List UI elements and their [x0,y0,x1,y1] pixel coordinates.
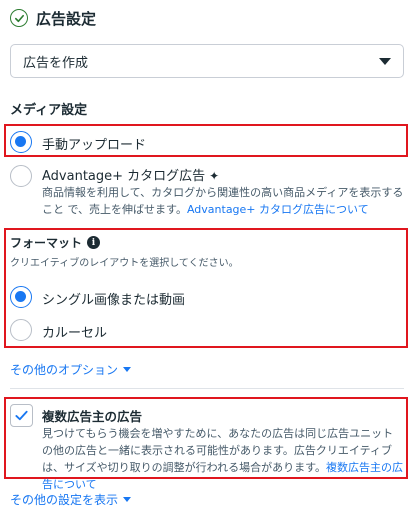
option-manual-upload-label: 手動アップロード [42,138,147,153]
more-options-toggle[interactable]: その他のオプション [10,361,132,378]
option-single-image-video-label: シングル画像または動画 [42,293,186,308]
media-settings-label: メディア設定 [10,103,88,118]
format-title: フォーマット i [10,234,101,251]
radio-manual-upload[interactable] [10,131,32,153]
checkmark-icon [15,410,28,421]
chevron-down-icon [123,497,132,502]
format-subtitle: クリエイティブのレイアウトを選択してください。 [10,258,239,269]
more-settings-toggle[interactable]: その他の設定を表示 [10,491,132,508]
page-title: 広告設定 [36,9,97,28]
chevron-down-icon [123,367,132,372]
option-advantage-catalog: Advantage+ カタログ広告 ✦ [42,165,219,184]
advantage-catalog-learn-more-link[interactable]: Advantage+ カタログ広告について [187,203,369,216]
chevron-down-icon [379,57,391,65]
more-options-label: その他のオプション [10,363,119,377]
ad-creation-select-value: 広告を作成 [23,55,89,71]
check-circle-icon [10,9,28,27]
radio-single-image-video[interactable] [10,286,32,308]
sparkle-icon: ✦ [209,169,220,183]
info-icon[interactable]: i [87,236,101,249]
option-carousel-label: カルーセル [42,326,108,341]
ad-creation-select[interactable]: 広告を作成 [10,44,404,78]
more-settings-label: その他の設定を表示 [10,493,119,507]
radio-carousel[interactable] [10,319,32,341]
section-header: 広告設定 [10,6,96,30]
multi-advertiser-title: 複数広告主の広告 [42,409,143,424]
multi-advertiser-description: 見つけてもらう機会を増やすために、あなたの広告は同じ広告ユニットの他の広告と一緒… [42,425,404,493]
advantage-catalog-description: 商品情報を利用して、カタログから関連性の高い商品メディアを表示すること で、売上… [42,184,404,218]
multi-advertiser-checkbox[interactable] [10,404,33,427]
divider [10,388,404,389]
option-advantage-catalog-label: Advantage+ カタログ広告 [42,169,206,184]
format-title-text: フォーマット [10,236,83,250]
radio-advantage-catalog[interactable] [10,165,32,187]
